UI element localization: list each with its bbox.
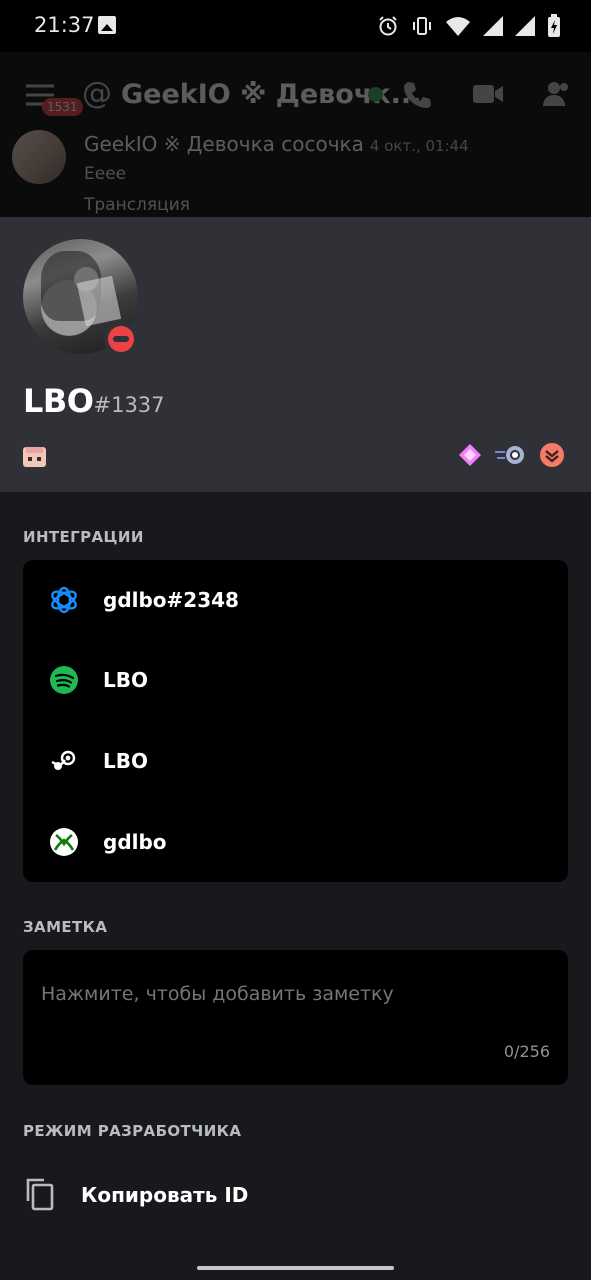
online-indicator	[368, 87, 383, 102]
battlenet-icon	[49, 585, 79, 615]
xbox-icon	[49, 827, 79, 857]
integration-label: gdlbo#2348	[103, 588, 239, 612]
background-chat: 1531 @ GeekIO ※ Девочк... GeekIO ※ Девоч…	[0, 52, 591, 217]
call-icon[interactable]	[402, 79, 432, 109]
status-bar: 21:37	[0, 0, 591, 52]
integration-label: LBO	[103, 668, 148, 692]
discriminator: #1337	[93, 393, 165, 417]
status-icons	[377, 13, 561, 39]
spotify-icon	[49, 665, 79, 695]
home-indicator[interactable]	[197, 1266, 394, 1270]
username: LBO#1337	[23, 382, 165, 420]
badges	[457, 442, 565, 468]
video-icon[interactable]	[472, 79, 504, 109]
message-line: Трансляция	[84, 195, 190, 215]
note-character-counter: 0/256	[503, 1042, 550, 1061]
message-author-name: GeekIO ※ Девочка сосочка	[84, 132, 364, 156]
wifi-icon	[446, 17, 470, 36]
integrations-title: ИНТЕГРАЦИИ	[23, 528, 144, 546]
note-title: ЗАМЕТКА	[23, 918, 108, 936]
alarm-icon	[379, 16, 397, 36]
custom-status-emoji	[23, 447, 46, 467]
integration-steam[interactable]: LBO	[23, 721, 568, 801]
at-icon: @	[82, 76, 112, 111]
image-icon	[98, 16, 116, 34]
integration-battlenet[interactable]: gdlbo#2348	[23, 560, 568, 640]
status-time: 21:37	[34, 13, 95, 37]
early-supporter-icon[interactable]	[495, 443, 527, 467]
integrations-card: gdlbo#2348 LBO LBO gdlbo	[23, 560, 568, 882]
integration-label: gdlbo	[103, 830, 167, 854]
members-icon[interactable]	[540, 79, 572, 109]
message-author: GeekIO ※ Девочка сосочка 4 окт., 01:44	[84, 132, 469, 156]
developer-mode-title: РЕЖИМ РАЗРАБОТЧИКА	[23, 1122, 242, 1140]
copy-id-button[interactable]: Копировать ID	[0, 1160, 591, 1230]
username-text: LBO	[23, 382, 94, 420]
profile-header: LBO#1337	[0, 217, 591, 492]
nitro-boost-icon[interactable]	[539, 442, 565, 468]
hypesquad-brilliance-icon[interactable]	[457, 442, 483, 468]
steam-icon	[49, 746, 79, 776]
integration-xbox[interactable]: gdlbo	[23, 802, 568, 882]
copy-icon	[26, 1178, 54, 1211]
signal-icon	[515, 16, 535, 36]
vibrate-icon	[413, 17, 431, 35]
message-timestamp: 4 окт., 01:44	[369, 137, 469, 155]
dnd-status-icon	[104, 322, 138, 356]
unread-badge: 1531	[42, 98, 83, 116]
note-placeholder: Нажмите, чтобы добавить заметку	[41, 983, 394, 1005]
message-author-avatar	[12, 130, 66, 184]
note-input[interactable]: Нажмите, чтобы добавить заметку 0/256	[23, 950, 568, 1085]
copy-id-label: Копировать ID	[81, 1183, 249, 1207]
integration-label: LBO	[103, 749, 148, 773]
message-line: Еeee	[84, 164, 127, 184]
battery-charging-icon	[548, 14, 560, 37]
integration-spotify[interactable]: LBO	[23, 640, 568, 720]
signal-icon	[483, 16, 503, 36]
